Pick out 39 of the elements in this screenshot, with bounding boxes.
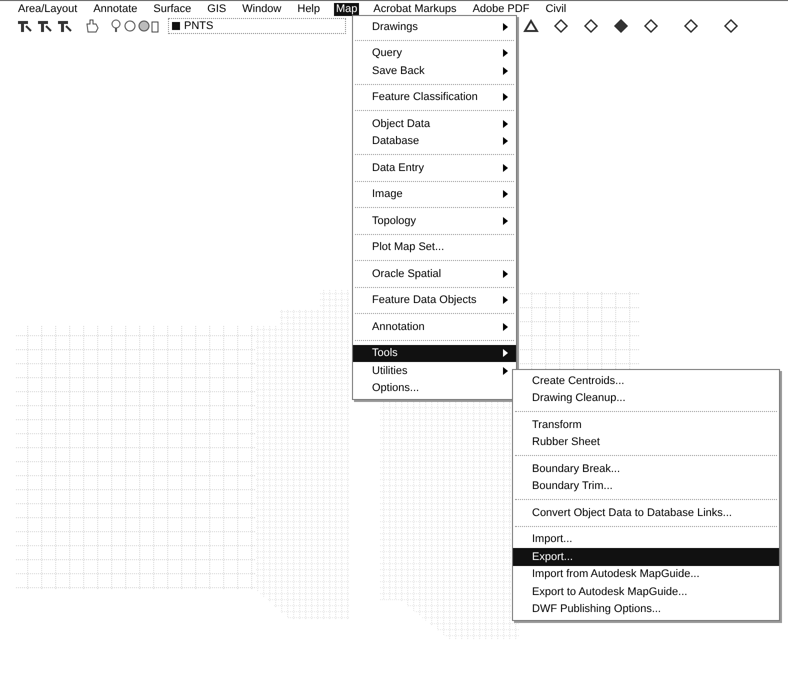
menu-item[interactable]: Convert Object Data to Database Links... (513, 504, 779, 522)
menu-item[interactable]: Help (295, 2, 322, 16)
menu-item[interactable]: Export to Autodesk MapGuide... (513, 583, 779, 600)
menu-item[interactable]: Surface (151, 2, 194, 16)
menu-item[interactable]: Boundary Break... (513, 460, 779, 478)
menu-item[interactable]: Drawings (353, 18, 516, 36)
menu-item[interactable]: Annotation (353, 318, 516, 336)
menu-item[interactable]: Utilities (353, 362, 516, 380)
menu-item[interactable]: Rubber Sheet (513, 434, 779, 451)
menu-item[interactable]: Export... (513, 548, 779, 566)
menu-item[interactable]: Save Back (353, 62, 516, 80)
menu-item[interactable]: Options... (353, 380, 516, 397)
menu-item[interactable]: Topology (353, 212, 516, 230)
menu-item[interactable]: Query (353, 44, 516, 62)
menu-item[interactable]: Oracle Spatial (353, 265, 516, 282)
menu-item[interactable]: GIS (205, 2, 228, 16)
menu-item[interactable]: Object Data (353, 115, 516, 132)
layer-dropdown[interactable]: PNTS (168, 18, 346, 34)
menu-item[interactable]: Boundary Trim... (513, 478, 779, 495)
menu-item[interactable]: Window (240, 2, 284, 16)
menu-item[interactable]: Map (334, 2, 360, 16)
menu-item[interactable]: Transform (513, 416, 779, 434)
menu-item[interactable]: Tools (353, 344, 516, 362)
menu-item[interactable]: Plot Map Set... (353, 238, 516, 256)
menu-item[interactable]: Drawing Cleanup... (513, 390, 779, 407)
menu-item[interactable]: Import from Autodesk MapGuide... (513, 566, 779, 583)
menu-item[interactable]: Database (353, 132, 516, 150)
menu-item[interactable]: Image (353, 186, 516, 203)
menu-item[interactable]: Civil (543, 2, 568, 16)
menu-item[interactable]: Area/Layout (16, 2, 80, 16)
menu-item[interactable]: Annotate (91, 2, 140, 16)
menu-item[interactable]: Feature Classification (353, 88, 516, 106)
menu-item[interactable]: Create Centroids... (513, 372, 779, 390)
menu-item[interactable]: Feature Data Objects (353, 292, 516, 309)
menu-item[interactable]: Data Entry (353, 159, 516, 176)
menu-item[interactable]: Adobe PDF (470, 2, 532, 16)
menu-item[interactable]: Import... (513, 530, 779, 548)
menu-item[interactable]: Acrobat Markups (371, 2, 459, 16)
menu-item[interactable]: DWF Publishing Options... (513, 600, 779, 618)
